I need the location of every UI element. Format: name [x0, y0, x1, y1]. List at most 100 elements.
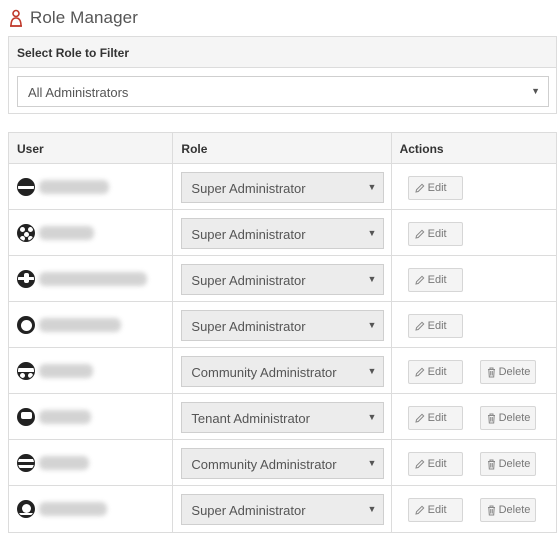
delete-button-label: Delete [498, 504, 531, 516]
edit-button[interactable]: Edit [407, 360, 463, 384]
delete-button[interactable]: Delete [479, 406, 536, 430]
delete-button[interactable]: Delete [479, 360, 536, 384]
user-name-redacted [39, 180, 109, 194]
role-select[interactable]: Tenant Administrator ▼ [181, 402, 385, 433]
user-cell [9, 440, 174, 485]
role-select[interactable]: Super Administrator ▼ [181, 310, 385, 341]
actions-cell: Edit Delete [392, 486, 556, 532]
role-filter-select[interactable]: All Administrators ▼ [17, 76, 549, 107]
edit-button[interactable]: Edit [407, 498, 463, 522]
user-shield-icon [8, 8, 24, 28]
caret-down-icon: ▼ [367, 274, 377, 284]
avatar [17, 224, 35, 242]
column-header-actions: Actions [399, 142, 444, 156]
avatar [17, 316, 35, 334]
user-cell [9, 486, 174, 532]
caret-down-icon: ▼ [367, 320, 377, 330]
trash-icon [487, 412, 496, 424]
caret-down-icon: ▼ [367, 458, 377, 468]
table-row: Super Administrator ▼ Edit [9, 164, 556, 210]
role-cell: Super Administrator ▼ [173, 486, 392, 532]
table-row: Community Administrator ▼ Edit Delete [9, 348, 556, 394]
table-row: Super Administrator ▼ Edit [9, 302, 556, 348]
actions-cell: Edit [392, 164, 556, 209]
user-name-redacted [39, 226, 94, 240]
role-select[interactable]: Super Administrator ▼ [181, 264, 385, 295]
role-select[interactable]: Super Administrator ▼ [181, 172, 385, 203]
actions-cell: Edit Delete [392, 440, 556, 485]
user-cell [9, 394, 174, 439]
edit-button[interactable]: Edit [407, 222, 463, 246]
trash-icon [487, 458, 496, 470]
avatar [17, 362, 35, 380]
edit-button[interactable]: Edit [407, 268, 463, 292]
user-name-redacted [39, 272, 147, 286]
caret-down-icon: ▼ [367, 228, 377, 238]
user-name-redacted [39, 318, 121, 332]
edit-button[interactable]: Edit [407, 176, 463, 200]
edit-button-label: Edit [427, 412, 447, 424]
table-row: Super Administrator ▼ Edit [9, 256, 556, 302]
role-select[interactable]: Community Administrator ▼ [181, 356, 385, 387]
user-cell [9, 348, 174, 393]
role-cell: Super Administrator ▼ [173, 164, 392, 209]
edit-button-label: Edit [427, 366, 447, 378]
delete-button-label: Delete [498, 366, 531, 378]
caret-down-icon: ▼ [531, 86, 540, 96]
edit-button-label: Edit [427, 274, 447, 286]
edit-button[interactable]: Edit [407, 314, 463, 338]
role-cell: Tenant Administrator ▼ [173, 394, 392, 439]
avatar [17, 454, 35, 472]
edit-button-label: Edit [427, 504, 447, 516]
pencil-icon [414, 412, 425, 424]
role-filter-panel: Select Role to Filter All Administrators… [8, 36, 557, 114]
role-cell: Super Administrator ▼ [173, 256, 392, 301]
delete-button[interactable]: Delete [479, 452, 536, 476]
role-select[interactable]: Super Administrator ▼ [181, 494, 385, 525]
user-cell [9, 302, 174, 347]
role-select-value: Super Administrator [191, 181, 306, 196]
user-name-redacted [39, 364, 93, 378]
avatar [17, 500, 35, 518]
role-select[interactable]: Community Administrator ▼ [181, 448, 385, 479]
user-name-redacted [39, 410, 91, 424]
edit-button-label: Edit [427, 182, 447, 194]
edit-button-label: Edit [427, 228, 447, 240]
pencil-icon [414, 366, 425, 378]
user-cell [9, 164, 174, 209]
trash-icon [487, 504, 496, 516]
table-row: Super Administrator ▼ Edit [9, 210, 556, 256]
role-cell: Super Administrator ▼ [173, 210, 392, 255]
table-row: Tenant Administrator ▼ Edit Delete [9, 394, 556, 440]
delete-button-label: Delete [498, 458, 531, 470]
edit-button[interactable]: Edit [407, 406, 463, 430]
role-select-value: Super Administrator [191, 503, 306, 518]
caret-down-icon: ▼ [367, 504, 377, 514]
trash-icon [487, 366, 496, 378]
actions-cell: Edit Delete [392, 394, 556, 439]
role-select-value: Super Administrator [191, 227, 306, 242]
actions-cell: Edit [392, 256, 556, 301]
role-cell: Community Administrator ▼ [173, 348, 392, 393]
delete-button[interactable]: Delete [479, 498, 536, 522]
page-header: Role Manager [8, 6, 138, 30]
table-row: Super Administrator ▼ Edit Delete [9, 486, 556, 532]
edit-button[interactable]: Edit [407, 452, 463, 476]
column-header-user: User [9, 133, 174, 163]
page-title: Role Manager [30, 8, 138, 27]
role-table: User Role Actions Super Administrator ▼ Ed… [8, 132, 557, 533]
user-cell [9, 210, 174, 255]
edit-button-label: Edit [427, 458, 447, 470]
caret-down-icon: ▼ [367, 182, 377, 192]
table-header: User Role Actions [9, 133, 556, 164]
pencil-icon [414, 320, 425, 332]
role-filter-value: All Administrators [28, 85, 129, 100]
role-select[interactable]: Super Administrator ▼ [181, 218, 385, 249]
avatar [17, 178, 35, 196]
pencil-icon [414, 458, 425, 470]
table-row: Community Administrator ▼ Edit Delete [9, 440, 556, 486]
role-select-value: Tenant Administrator [191, 411, 310, 426]
role-cell: Super Administrator ▼ [173, 302, 392, 347]
pencil-icon [414, 504, 425, 516]
actions-cell: Edit [392, 302, 556, 347]
